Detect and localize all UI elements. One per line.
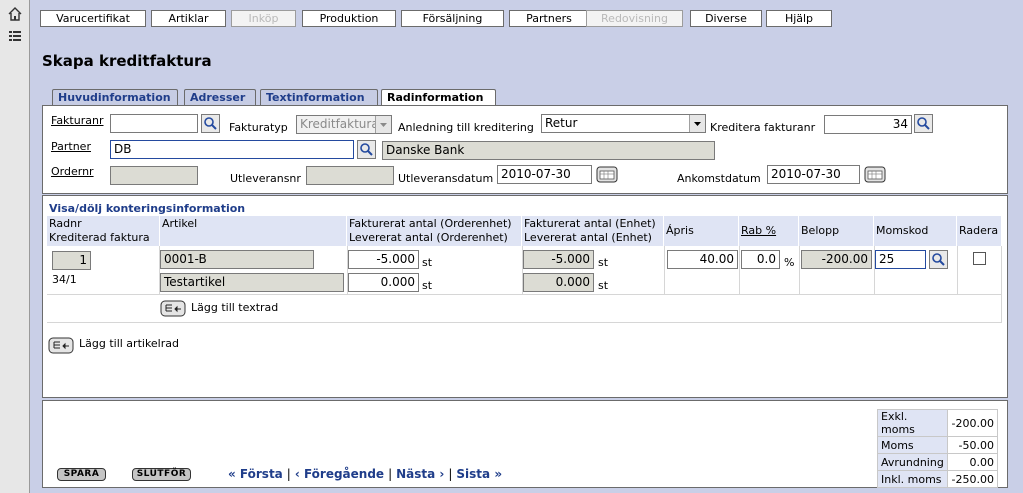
col-header-artikel: Artikel: [160, 216, 347, 246]
totals-row: Inkl. moms -250.00: [877, 470, 998, 488]
row-fakt-orderenhet-input[interactable]: -5.000: [348, 250, 419, 269]
nav-redovisning: Redovisning: [586, 10, 683, 27]
col-header-apris: Ápris: [664, 216, 739, 246]
row-fakt-enhet-field: -5.000: [523, 250, 594, 269]
toggle-accounting-info-link[interactable]: Visa/dölj konteringsinformation: [49, 202, 245, 215]
row-lev-enhet-field: 0.000: [523, 273, 594, 292]
row-unit-label: st: [422, 279, 433, 292]
chevron-down-icon: [375, 116, 391, 133]
nav-diverse[interactable]: Diverse: [690, 10, 762, 27]
utleveransdatum-calendar-button[interactable]: [596, 166, 618, 183]
fakturatyp-select: Kreditfaktura: [296, 115, 392, 134]
row-unit-label: st: [598, 279, 609, 292]
totals-row: Exkl. moms -200.00: [877, 409, 998, 437]
finish-button[interactable]: SLUTFÖR: [132, 468, 191, 481]
rows-panel: Visa/dölj konteringsinformation Radnr Kre…: [42, 195, 1008, 398]
partner-code-input[interactable]: DB: [110, 140, 354, 159]
utleveransnr-label: Utleveransnr: [230, 172, 301, 185]
ankomstdatum-input[interactable]: 2010-07-30: [767, 165, 860, 184]
ankomstdatum-calendar-button[interactable]: [864, 166, 886, 183]
row-lev-orderenhet-input[interactable]: 0.000: [348, 273, 419, 292]
search-icon: [932, 253, 945, 266]
left-toolbar: [0, 0, 30, 493]
menu-list-icon[interactable]: [7, 29, 23, 45]
home-icon[interactable]: [7, 6, 23, 22]
nav-forsaljning[interactable]: Försäljning: [401, 10, 504, 27]
totals-row: Avrundning 0.00: [877, 453, 998, 471]
ordernr-field: [110, 166, 198, 185]
col-header-rab: Rab %: [739, 216, 799, 246]
col-header-enhet: Fakturerat antal (Enhet) Levererat antal …: [522, 216, 664, 246]
pagination: « Första | ‹ Föregående | Nästa › | Sista »: [228, 467, 503, 481]
nav-inkop: Inköp: [231, 10, 296, 27]
row-unit-label: st: [598, 256, 609, 269]
momskod-search-button[interactable]: [929, 250, 948, 269]
footer-panel: SPARA SLUTFÖR « Första | ‹ Föregående | Näst…: [42, 400, 1008, 488]
row-rab-input[interactable]: 0.0: [741, 250, 780, 269]
add-articlerow-label[interactable]: Lägg till artikelrad: [79, 337, 179, 350]
row-radera-checkbox[interactable]: [973, 252, 986, 265]
tab-textinformation[interactable]: Textinformation: [260, 89, 378, 105]
anledning-select[interactable]: Retur: [541, 114, 706, 133]
utleveransnr-field: [306, 166, 394, 185]
add-textrow-label[interactable]: Lägg till textrad: [191, 301, 278, 314]
partner-search-button[interactable]: [357, 140, 376, 159]
ankomstdatum-label: Ankomstdatum: [677, 172, 761, 185]
tab-adresser[interactable]: Adresser: [184, 89, 256, 105]
add-row-icon: [160, 300, 186, 317]
kreditera-search-button[interactable]: [914, 114, 933, 133]
anledning-label: Anledning till kreditering: [398, 121, 534, 134]
fakturanr-input[interactable]: [110, 114, 198, 133]
tab-huvudinformation[interactable]: Huvudinformation: [52, 89, 178, 105]
row-apris-input[interactable]: 40.00: [667, 250, 738, 269]
partner-name-field: Danske Bank: [382, 141, 715, 160]
row-krediterad-faktura: 34/1: [52, 273, 77, 286]
nav-partners[interactable]: Partners: [509, 10, 589, 27]
utleveransdatum-input[interactable]: 2010-07-30: [497, 165, 592, 184]
col-header-momskod: Momskod: [874, 216, 957, 246]
partner-label: Partner: [51, 140, 91, 153]
nav-artiklar[interactable]: Artiklar: [151, 10, 226, 27]
search-icon: [360, 143, 373, 156]
search-icon: [917, 117, 930, 130]
row-belopp-field: -200.00: [801, 250, 872, 269]
pager-prev-link[interactable]: ‹ Föregående: [295, 467, 384, 481]
nav-produktion[interactable]: Produktion: [302, 10, 396, 27]
totals-row: Moms -50.00: [877, 436, 998, 454]
row-unit-label: st: [422, 256, 433, 269]
row-radnr-field: 1: [52, 251, 91, 270]
calendar-icon: [864, 166, 886, 183]
nav-varucertifikat[interactable]: Varucertifikat: [40, 10, 146, 27]
add-articlerow-button[interactable]: [48, 337, 74, 354]
row-rab-unit: %: [784, 256, 795, 269]
row-artikel-name-field: Testartikel: [160, 273, 344, 292]
calendar-icon: [596, 166, 618, 183]
totals-table: Exkl. moms -200.00 Moms -50.00 Avrundning 0…: [877, 409, 998, 488]
chevron-down-icon[interactable]: [689, 115, 705, 132]
row-artikel-code-field: 0001-B: [160, 250, 314, 269]
pager-last-link[interactable]: Sista »: [456, 467, 502, 481]
header-form-panel: Fakturanr Fakturatyp Kreditfaktura Anled…: [42, 105, 1008, 194]
kreditera-fakturanr-input[interactable]: 34: [824, 115, 912, 134]
nav-hjalp[interactable]: Hjälp: [766, 10, 832, 27]
ordernr-label: Ordernr: [51, 165, 94, 178]
page-title: Skapa kreditfaktura: [42, 52, 212, 70]
col-header-radera: Radera: [957, 216, 1002, 246]
col-header-belopp: Belopp: [799, 216, 874, 246]
pager-next-link[interactable]: Nästa ›: [396, 467, 444, 481]
add-row-icon: [48, 337, 74, 354]
fakturanr-search-button[interactable]: [201, 114, 220, 133]
utleveransdatum-label: Utleveransdatum: [398, 172, 494, 185]
kreditera-fakturanr-label: Kreditera fakturanr: [710, 121, 816, 134]
search-icon: [204, 117, 217, 130]
add-textrow-button[interactable]: [160, 300, 186, 317]
row-momskod-input[interactable]: 25: [875, 250, 926, 269]
col-header-radnr: Radnr Krediterad faktura: [47, 216, 160, 246]
save-button[interactable]: SPARA: [57, 468, 106, 481]
col-header-orderenhet: Fakturerat antal (Orderenhet) Levererat a…: [347, 216, 522, 246]
fakturatyp-label: Fakturatyp: [229, 121, 288, 134]
pager-first-link[interactable]: « Första: [228, 467, 283, 481]
tab-radinformation[interactable]: Radinformation: [381, 89, 496, 105]
fakturanr-label: Fakturanr: [51, 114, 104, 127]
